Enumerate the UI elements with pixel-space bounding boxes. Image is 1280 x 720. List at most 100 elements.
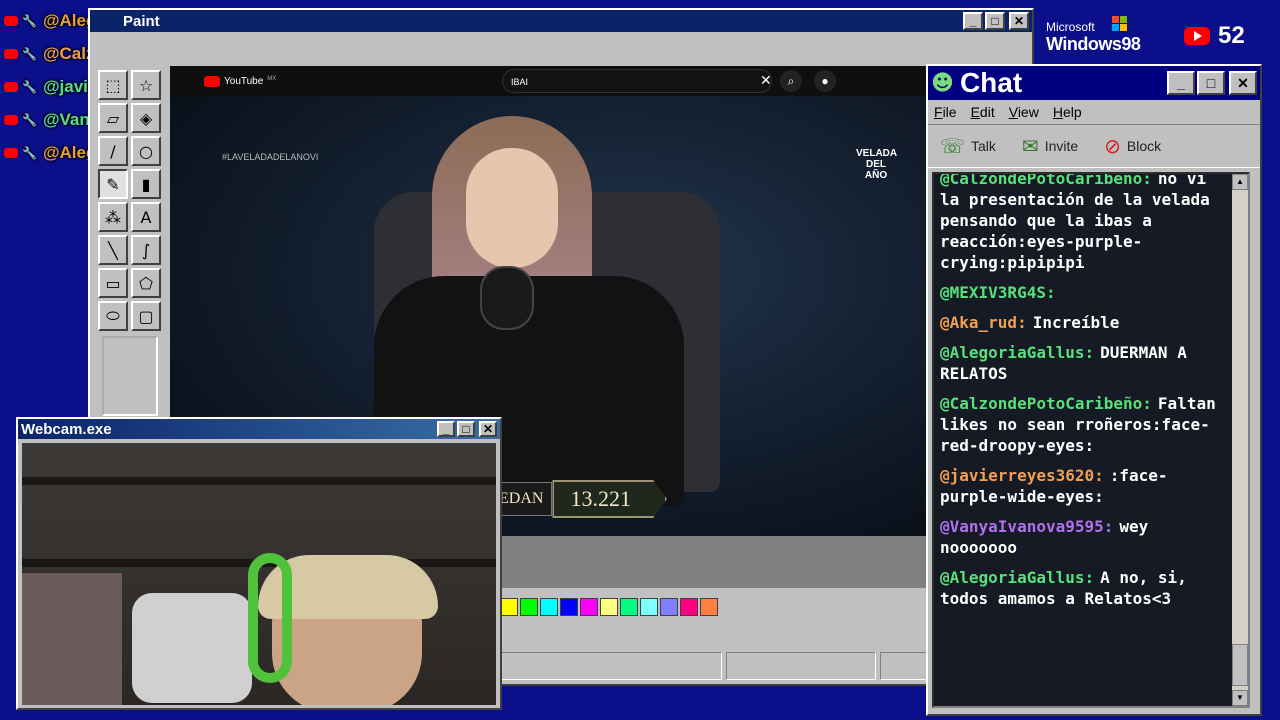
youtube-search-input[interactable]: IBAI [502,69,772,93]
color-swatch[interactable] [500,598,518,616]
curve-icon[interactable]: ∫ [131,235,161,265]
color-swatch[interactable] [540,598,558,616]
pencil-icon[interactable]: ✎ [98,169,128,199]
clear-search-icon[interactable]: ✕ [760,72,772,89]
toolbar-label: Talk [971,138,996,154]
invite-icon: ✉ [1021,134,1039,158]
microphone-shape [480,266,534,330]
text-icon[interactable]: A [131,202,161,232]
chat-toolbar: ☏ Talk ✉ Invite ⊘ Block [928,124,1260,168]
headset-shape [248,553,292,683]
close-button[interactable]: ✕ [1009,12,1029,30]
overlay-badges: 🔧 [4,14,37,28]
color-swatch[interactable] [660,598,678,616]
line-icon[interactable]: ╲ [98,235,128,265]
youtube-logo[interactable]: YouTube MX [204,75,277,87]
menu-view[interactable]: View [1009,104,1039,120]
talk-button[interactable]: ☏ Talk [940,134,996,158]
close-button[interactable]: ✕ [479,421,497,437]
block-button[interactable]: ⊘ Block [1104,134,1161,158]
youtube-badge-icon [4,15,18,26]
scroll-up-icon[interactable]: ▲ [1232,174,1248,190]
minimize-button[interactable]: _ [1167,71,1195,95]
shelf-shape [22,477,496,485]
talk-icon: ☏ [940,134,966,158]
chat-message: @AlegoriaGallus: DUERMAN A RELATOS [940,342,1230,384]
status-cell [726,652,876,680]
tool-options[interactable] [102,336,158,416]
airbrush-icon[interactable]: ⁂ [98,202,128,232]
chat-message: @MEXIV3RG4S: [940,282,1230,303]
youtube-badge-icon [4,48,18,59]
lasso-icon[interactable]: ☆ [131,70,161,100]
maximize-button[interactable]: □ [457,421,475,437]
minimize-button[interactable]: _ [437,421,455,437]
youtube-badge-icon [4,114,18,125]
color-swatch[interactable] [520,598,538,616]
person-face-shape [466,148,558,268]
color-swatch[interactable] [700,598,718,616]
polygon-icon[interactable]: ⬠ [131,268,161,298]
paint-title: Paint [123,12,160,30]
rounded-rect-icon[interactable]: ▢ [131,301,161,331]
block-icon: ⊘ [1104,134,1121,158]
status-bar [500,652,934,680]
color-swatch[interactable] [620,598,638,616]
viewer-counter: 52 [1184,22,1245,50]
chat-message: @javierreyes3620::face-purple-wide-eyes: [940,465,1230,507]
chat-username: @javierreyes3620: [940,466,1104,485]
poster-shape [22,573,122,705]
chat-menubar: File Edit View Help [928,100,1260,124]
scroll-down-icon[interactable]: ▼ [1232,690,1248,706]
velada-logo: VELADA DEL AÑO [856,148,898,181]
chat-message: @AlegoriaGallus: A no, si, todos amamos a… [940,567,1230,609]
webcam-feed [22,443,496,705]
search-icon[interactable]: ⌕ [780,70,802,92]
ellipse-icon[interactable]: ⬭ [98,301,128,331]
chat-scrollbar[interactable]: ▲ ▼ [1232,174,1248,706]
maximize-button[interactable]: □ [1197,71,1225,95]
webcam-title: Webcam.exe [21,420,112,438]
menu-help[interactable]: Help [1053,104,1082,120]
color-swatch[interactable] [640,598,658,616]
youtube-region: MX [267,75,277,82]
select-icon[interactable]: ⬚ [98,70,128,100]
chat-title: Chat [959,67,1023,98]
menu-file[interactable]: File [934,104,957,120]
picker-icon[interactable]: ∕ [98,136,128,166]
rectangle-icon[interactable]: ▭ [98,268,128,298]
color-swatch[interactable] [680,598,698,616]
fill-icon[interactable]: ◈ [131,103,161,133]
eraser-icon[interactable]: ▱ [98,103,128,133]
toolbar-label: Block [1126,138,1162,154]
chat-message: @VanyaIvanova9595: wey nooooooo [940,516,1230,558]
magnifier-icon[interactable]: ○ [131,136,161,166]
youtube-icon [1184,27,1210,45]
brush-icon[interactable]: ▮ [131,169,161,199]
minimize-button[interactable]: _ [963,12,983,30]
video-hashtag: #LAVELADADELANOVI [222,152,319,162]
windows-wordmark: Windows98 [1046,34,1141,54]
webcam-window: Webcam.exe _ □ ✕ [16,417,502,710]
vote-counter: EDAN 13.221 [490,480,667,518]
maximize-button[interactable]: □ [985,12,1005,30]
vote-counter-value: 13.221 [552,480,667,518]
color-swatch[interactable] [560,598,578,616]
overlay-badges: 🔧 [4,47,37,61]
paint-titlebar: Paint _ □ ✕ [90,10,1032,32]
windows-flag-icon [1112,16,1127,31]
chat-username: @CalzondePotoCaribeño: [940,172,1152,188]
invite-button[interactable]: ✉ Invite [1022,134,1078,158]
color-swatch[interactable] [600,598,618,616]
color-swatch[interactable] [580,598,598,616]
chat-username: @MEXIV3RG4S: [940,283,1056,302]
close-button[interactable]: ✕ [1229,71,1257,95]
chair-shape [132,593,252,703]
menu-edit[interactable]: Edit [971,104,995,120]
chat-message-list[interactable]: @CalzondePotoCaribeño: no vi la presentac… [932,172,1250,708]
viewer-count: 52 [1218,22,1245,49]
scroll-thumb[interactable] [1232,644,1248,686]
chat-text: Increíble [1032,313,1120,332]
microphone-icon[interactable]: ● [814,70,836,92]
chat-message: @CalzondePotoCaribeño: Faltan likes no se… [940,393,1230,456]
